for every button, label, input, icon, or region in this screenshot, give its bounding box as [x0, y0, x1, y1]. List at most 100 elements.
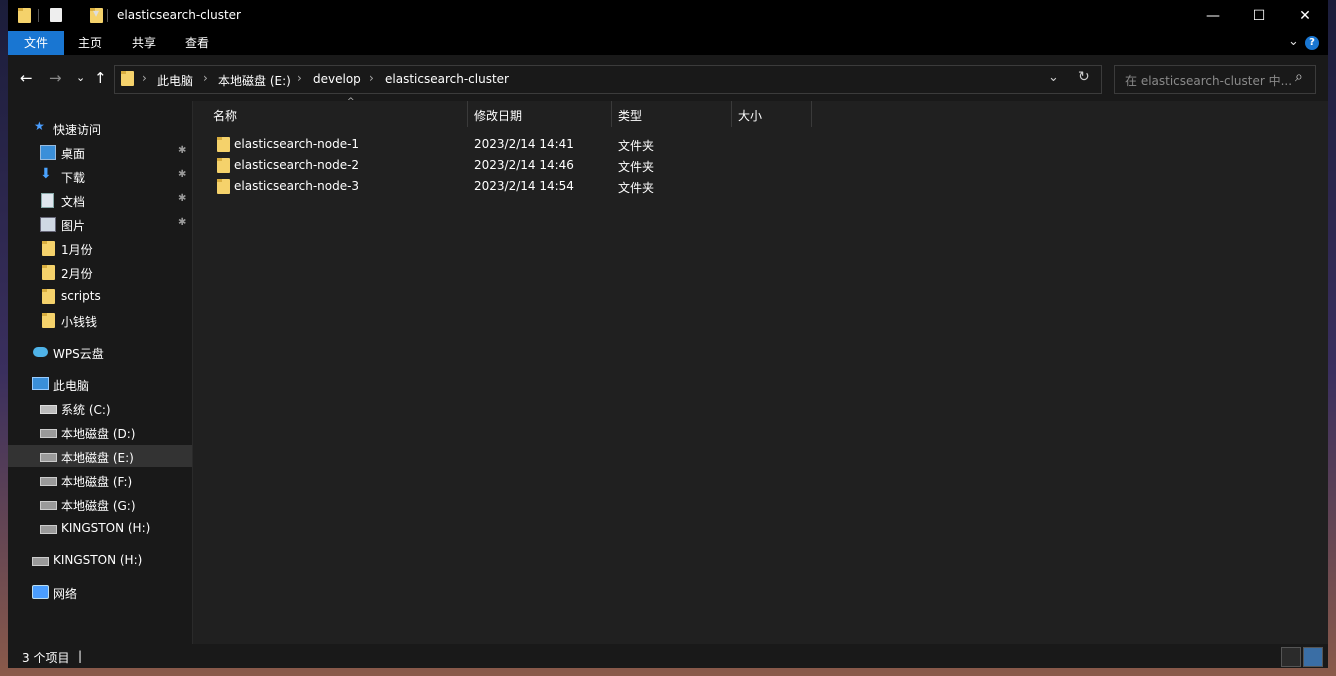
- sidebar-item-label: 本地磁盘 (E:): [61, 451, 134, 465]
- sidebar-item-documents[interactable]: 文档 ✱: [8, 189, 192, 211]
- sidebar-item-usb-kingston[interactable]: KINGSTON (H:): [8, 549, 192, 571]
- quick-access-dropdown-icon[interactable]: ▾: [93, 6, 99, 20]
- status-cursor: |: [78, 649, 83, 663]
- up-button[interactable]: ↑: [94, 69, 107, 87]
- breadcrumb-current-folder[interactable]: elasticsearch-cluster: [385, 72, 509, 86]
- sort-ascending-icon: ^: [347, 97, 355, 107]
- folder-icon: [42, 265, 55, 280]
- column-header-size[interactable]: 大小: [732, 101, 811, 129]
- column-label: 类型: [618, 109, 643, 123]
- tab-home[interactable]: 主页: [64, 31, 116, 55]
- file-date: 2023/2/14 14:46: [474, 158, 574, 172]
- folder-icon: [217, 158, 230, 173]
- pin-icon[interactable]: ✱: [178, 169, 186, 180]
- address-bar[interactable]: › 此电脑 › 本地磁盘 (E:) › develop › elasticsea…: [114, 65, 1102, 94]
- recent-locations-button[interactable]: ⌄: [76, 71, 85, 84]
- folder-icon: [217, 179, 230, 194]
- sidebar-item-drive-e[interactable]: 本地磁盘 (E:): [8, 445, 192, 467]
- computer-icon: [32, 377, 49, 390]
- list-item[interactable]: elasticsearch-node-3 2023/2/14 14:54 文件夹: [209, 176, 809, 197]
- drive-icon: [40, 477, 57, 486]
- sidebar-item-label: WPS云盘: [53, 347, 104, 361]
- forward-button[interactable]: →: [49, 69, 62, 87]
- divider: [107, 9, 108, 22]
- column-header-name[interactable]: 名称 ^: [207, 97, 467, 129]
- file-date: 2023/2/14 14:41: [474, 137, 574, 151]
- search-icon[interactable]: ⌕: [1295, 69, 1303, 85]
- desktop-icon: [40, 145, 56, 160]
- search-box[interactable]: 在 elasticsearch-cluster 中... ⌕: [1114, 65, 1316, 94]
- download-icon: ⬇: [40, 166, 52, 182]
- sidebar-item-drive-c[interactable]: 系统 (C:): [8, 397, 192, 419]
- back-button[interactable]: ←: [20, 69, 33, 87]
- properties-icon[interactable]: [50, 8, 62, 22]
- help-icon[interactable]: ?: [1305, 36, 1319, 50]
- sidebar-item-pictures[interactable]: 图片 ✱: [8, 213, 192, 235]
- chevron-right-icon[interactable]: ›: [142, 71, 147, 85]
- file-type: 文件夹: [618, 160, 655, 174]
- sidebar-item-wps-cloud[interactable]: WPS云盘: [8, 341, 192, 363]
- tab-file[interactable]: 文件: [8, 31, 64, 55]
- sidebar-item-folder[interactable]: 小钱钱: [8, 309, 192, 331]
- details-view-icon[interactable]: [1281, 647, 1301, 667]
- pin-icon[interactable]: ✱: [178, 193, 186, 204]
- folder-icon: [121, 71, 134, 86]
- sidebar-item-folder[interactable]: 2月份: [8, 261, 192, 283]
- sidebar-item-this-pc[interactable]: 此电脑: [8, 373, 192, 395]
- sidebar-item-drive-f[interactable]: 本地磁盘 (F:): [8, 469, 192, 491]
- tab-share[interactable]: 共享: [118, 31, 170, 55]
- drive-icon: [40, 501, 57, 510]
- sidebar-item-drive-d[interactable]: 本地磁盘 (D:): [8, 421, 192, 443]
- sidebar-item-label: 本地磁盘 (G:): [61, 499, 136, 513]
- file-explorer-window: ▾ elasticsearch-cluster — ☐ ✕ 文件 主页 共享 查…: [8, 0, 1328, 668]
- sidebar-item-label: 系统 (C:): [61, 403, 111, 417]
- file-type: 文件夹: [618, 181, 655, 195]
- sidebar-item-folder[interactable]: 1月份: [8, 237, 192, 259]
- minimize-button[interactable]: —: [1190, 0, 1236, 31]
- list-item[interactable]: elasticsearch-node-2 2023/2/14 14:46 文件夹: [209, 155, 809, 176]
- sidebar-item-desktop[interactable]: 桌面 ✱: [8, 141, 192, 163]
- expand-ribbon-icon[interactable]: ⌄: [1288, 34, 1299, 49]
- sidebar-item-drive-h[interactable]: KINGSTON (H:): [8, 517, 192, 539]
- sidebar-item-label: KINGSTON (H:): [53, 553, 143, 567]
- refresh-icon[interactable]: ↻: [1078, 69, 1090, 85]
- drive-icon: [40, 429, 57, 438]
- folder-icon: [42, 241, 55, 256]
- breadcrumb-develop[interactable]: develop: [313, 72, 361, 86]
- chevron-right-icon[interactable]: ›: [203, 71, 208, 85]
- sidebar-item-drive-g[interactable]: 本地磁盘 (G:): [8, 493, 192, 515]
- column-header-type[interactable]: 类型: [612, 101, 732, 129]
- close-button[interactable]: ✕: [1282, 0, 1328, 31]
- address-dropdown-icon[interactable]: ⌄: [1048, 70, 1059, 85]
- sidebar-item-network[interactable]: 网络: [8, 581, 192, 603]
- file-name: elasticsearch-node-1: [234, 137, 360, 151]
- tab-view[interactable]: 查看: [171, 31, 223, 55]
- chevron-right-icon[interactable]: ›: [369, 71, 374, 85]
- list-item[interactable]: elasticsearch-node-1 2023/2/14 14:41 文件夹: [209, 134, 809, 155]
- sidebar-item-label: 1月份: [61, 243, 93, 257]
- navigation-bar: ← → ⌄ ↑ › 此电脑 › 本地磁盘 (E:) › develop › el…: [8, 55, 1328, 101]
- maximize-button[interactable]: ☐: [1236, 0, 1282, 31]
- title-bar: ▾ elasticsearch-cluster — ☐ ✕: [8, 0, 1328, 31]
- sidebar-item-label: 本地磁盘 (D:): [61, 427, 136, 441]
- large-icons-view-icon[interactable]: [1303, 647, 1323, 667]
- chevron-right-icon[interactable]: ›: [297, 71, 302, 85]
- column-header-date[interactable]: 修改日期: [468, 101, 611, 129]
- sidebar-item-label: 本地磁盘 (F:): [61, 475, 133, 489]
- sidebar-item-quick-access[interactable]: ★ 快速访问: [8, 117, 192, 139]
- pin-icon[interactable]: ✱: [178, 145, 186, 156]
- sidebar-item-folder[interactable]: scripts: [8, 285, 192, 307]
- file-type: 文件夹: [618, 139, 655, 153]
- breadcrumb-drive-e[interactable]: 本地磁盘 (E:): [218, 72, 291, 89]
- file-name: elasticsearch-node-2: [234, 158, 360, 172]
- network-icon: [32, 585, 49, 599]
- search-placeholder: 在 elasticsearch-cluster 中...: [1125, 74, 1293, 88]
- sidebar-item-label: scripts: [61, 289, 101, 303]
- sidebar-item-downloads[interactable]: ⬇ 下载 ✱: [8, 165, 192, 187]
- star-icon: ★: [34, 119, 45, 133]
- breadcrumb-this-pc[interactable]: 此电脑: [157, 72, 193, 89]
- pin-icon[interactable]: ✱: [178, 217, 186, 228]
- column-label: 大小: [738, 109, 763, 123]
- column-separator[interactable]: [811, 101, 812, 127]
- sidebar-item-label: 图片: [61, 219, 86, 233]
